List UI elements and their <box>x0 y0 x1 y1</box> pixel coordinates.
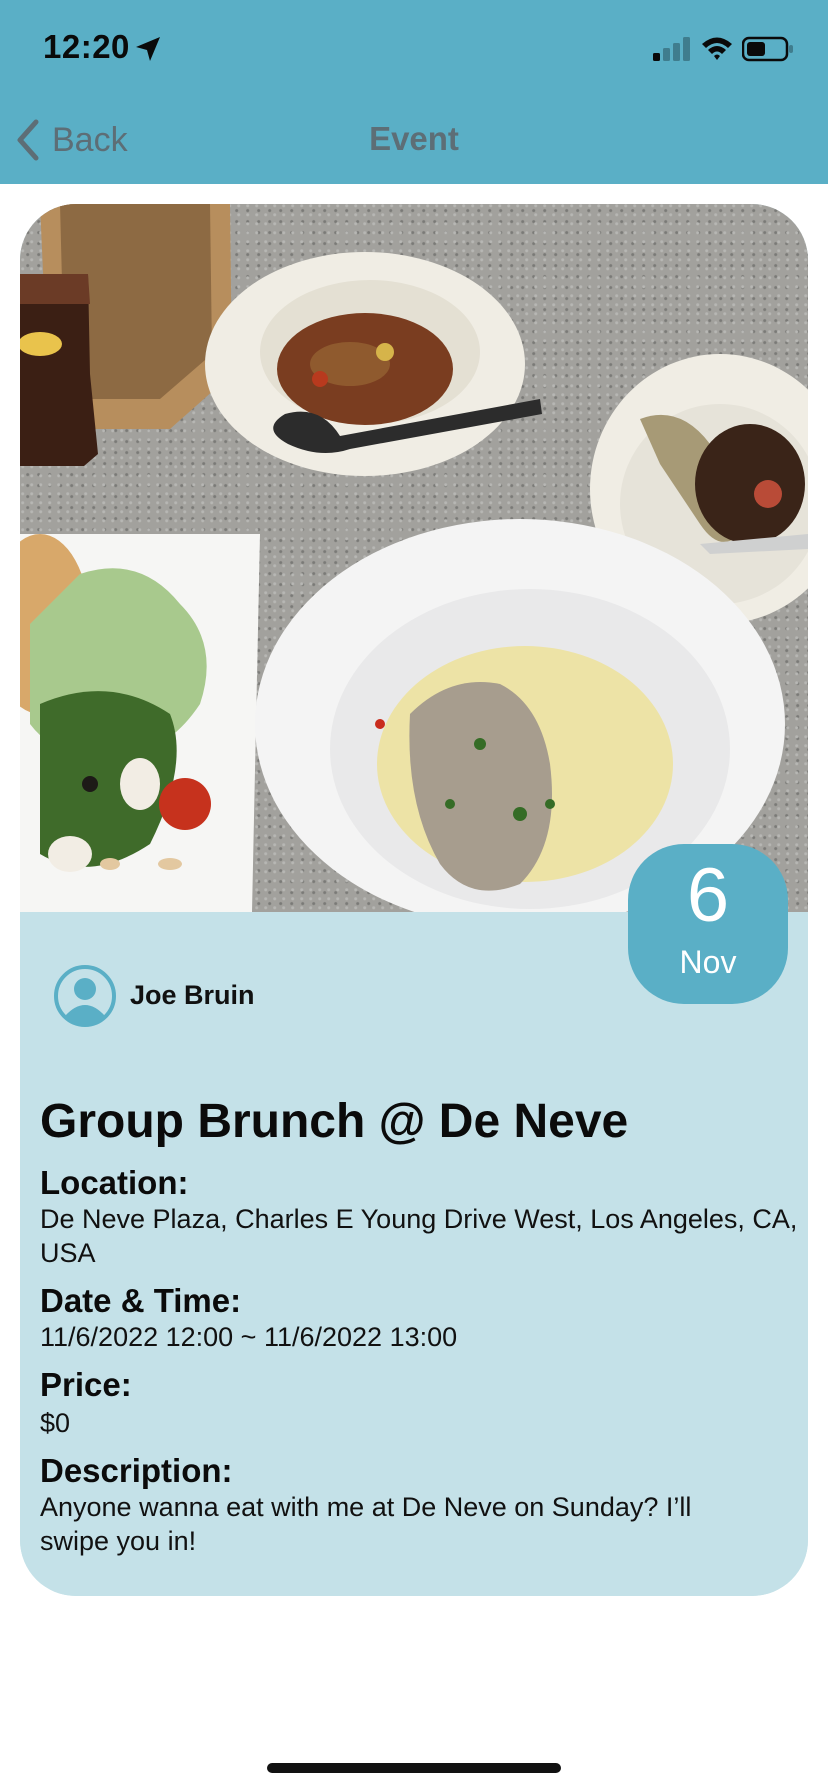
description-value: Anyone wanna eat with me at De Neve on S… <box>40 1492 692 1556</box>
datetime-value: 11/6/2022 12:00 ~ 11/6/2022 13:00 <box>40 1322 458 1352</box>
date-badge: 6 Nov <box>628 844 788 1004</box>
price-label: Price: <box>40 1366 132 1403</box>
battery-icon <box>742 36 793 62</box>
date-month: Nov <box>679 944 737 980</box>
user-avatar-icon[interactable] <box>53 964 117 1028</box>
location-label: Location: <box>40 1164 189 1201</box>
date-day: 6 <box>686 853 730 938</box>
wifi-icon <box>702 37 732 60</box>
event-photo <box>20 204 808 912</box>
status-time: 12:20 <box>43 28 130 65</box>
page-title: Event <box>369 120 459 157</box>
navigation-header: 12:20 Back Event <box>0 0 828 184</box>
food-illustration <box>20 204 808 912</box>
organizer-name[interactable]: Joe Bruin <box>130 980 255 1011</box>
home-indicator[interactable] <box>267 1763 561 1773</box>
event-title: Group Brunch @ De Neve <box>40 1095 629 1148</box>
cellular-signal-icon <box>653 37 690 61</box>
datetime-label: Date & Time: <box>40 1282 242 1319</box>
location-arrow-icon <box>136 37 160 61</box>
price-value: $0 <box>40 1408 71 1438</box>
description-label: Description: <box>40 1452 233 1489</box>
location-value: De Neve Plaza, Charles E Young Drive Wes… <box>40 1204 798 1268</box>
